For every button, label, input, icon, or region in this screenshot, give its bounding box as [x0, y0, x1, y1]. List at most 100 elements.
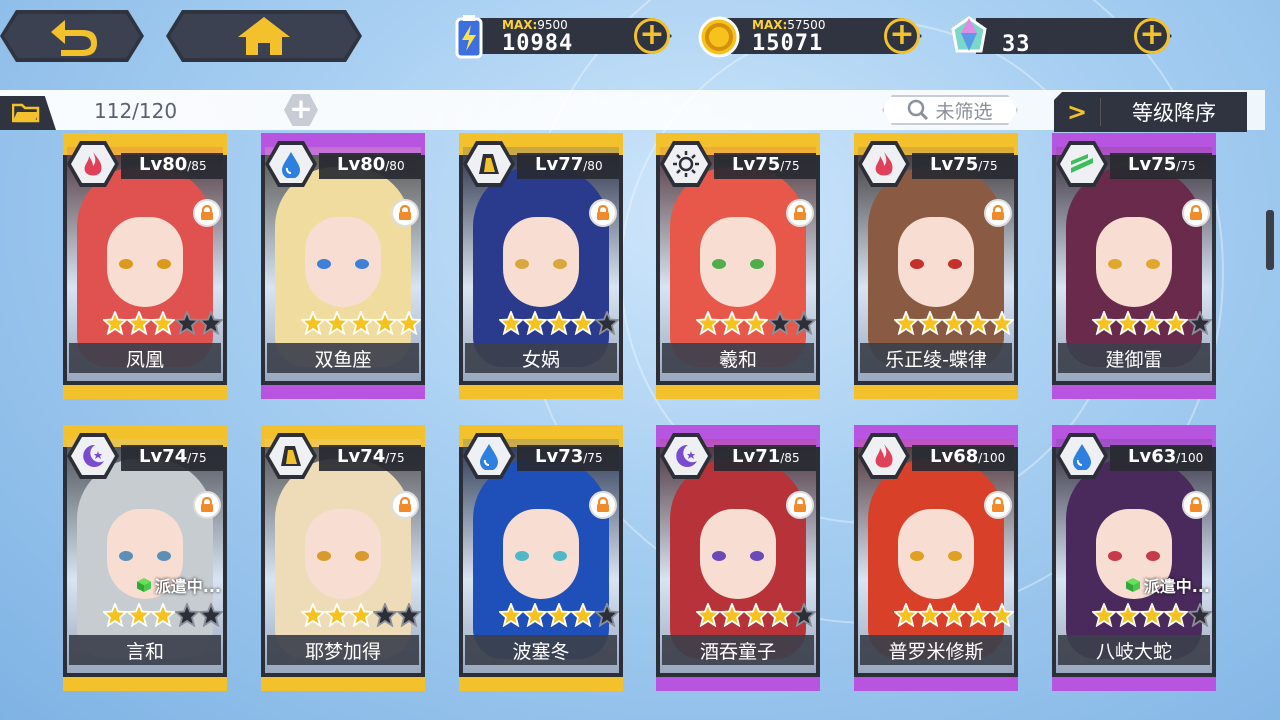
star-filled-icon — [1116, 603, 1140, 627]
level-value: Lv71 — [732, 446, 781, 467]
lock-button[interactable] — [786, 491, 814, 519]
home-button[interactable] — [166, 10, 362, 62]
star-empty-icon — [397, 603, 421, 627]
character-card[interactable]: Lv63/100 派遣中... 八岐大蛇 — [1052, 425, 1216, 691]
energy-resource: MAX:9500 10984 + — [446, 14, 672, 60]
lock-button[interactable] — [193, 199, 221, 227]
scrollbar[interactable] — [1266, 210, 1274, 270]
star-filled-icon — [744, 603, 768, 627]
level-max: /80 — [385, 159, 405, 173]
star-filled-icon — [966, 603, 990, 627]
water-element-icon — [480, 444, 498, 470]
portrait-eye — [317, 259, 331, 269]
lock-button[interactable] — [193, 491, 221, 519]
character-name: 波塞冬 — [512, 641, 570, 663]
portrait-eye — [1146, 551, 1160, 561]
character-card[interactable]: Lv77/80 女娲 — [459, 133, 623, 399]
star-filled-icon — [499, 311, 523, 335]
battery-icon — [446, 14, 492, 60]
character-card[interactable]: Lv74/75 派遣中... 言和 — [63, 425, 227, 691]
level-label: Lv75/75 — [732, 154, 800, 175]
portrait-eye — [1146, 259, 1160, 269]
star-filled-icon — [1140, 311, 1164, 335]
level-max: /100 — [978, 451, 1006, 465]
level-max: /85 — [187, 159, 207, 173]
level-max: /75 — [780, 159, 800, 173]
star-rating — [894, 311, 1014, 335]
star-filled-icon — [151, 603, 175, 627]
star-empty-icon — [199, 603, 223, 627]
portrait-eye — [750, 551, 764, 561]
lock-button[interactable] — [984, 491, 1012, 519]
coin-icon — [696, 14, 742, 60]
rarity-strip-bottom — [261, 677, 425, 691]
lock-icon — [201, 205, 213, 220]
lock-icon — [992, 205, 1004, 220]
portrait-eye — [355, 259, 369, 269]
sort-button[interactable]: > 等级降序 — [1054, 92, 1247, 132]
rarity-strip-bottom — [656, 677, 820, 691]
character-card[interactable]: Lv75/75 羲和 — [656, 133, 820, 399]
rarity-strip-bottom — [459, 677, 623, 691]
lock-button[interactable] — [1182, 491, 1210, 519]
character-name: 建御雷 — [1105, 349, 1163, 371]
star-empty-icon — [768, 311, 792, 335]
dispatch-label: 派遣中... — [1143, 577, 1210, 596]
lock-button[interactable] — [391, 199, 419, 227]
lock-button[interactable] — [589, 199, 617, 227]
light-element-icon — [673, 151, 699, 177]
character-card[interactable]: Lv71/85 酒吞童子 — [656, 425, 820, 691]
dark-element-icon — [676, 444, 697, 467]
dispatch-status: 派遣中... — [136, 573, 221, 597]
star-filled-icon — [571, 603, 595, 627]
energy-plus-button[interactable]: + — [634, 18, 670, 54]
gold-max-label: MAX: — [752, 18, 788, 32]
star-rating — [103, 311, 223, 335]
level-max: /75 — [978, 159, 998, 173]
lock-button[interactable] — [391, 491, 419, 519]
character-card[interactable]: Lv73/75 波塞冬 — [459, 425, 623, 691]
filter-button[interactable]: 未筛选 — [882, 95, 1018, 125]
level-value: Lv80 — [139, 154, 188, 175]
star-empty-icon — [175, 603, 199, 627]
lock-button[interactable] — [786, 199, 814, 227]
star-empty-icon — [175, 311, 199, 335]
sort-label: 等级降序 — [1132, 101, 1216, 125]
star-rating — [499, 603, 619, 627]
earth-element-icon — [281, 446, 301, 466]
character-card[interactable]: Lv80/85 凤凰 — [63, 133, 227, 399]
character-card[interactable]: Lv80/80 双鱼座 — [261, 133, 425, 399]
star-filled-icon — [325, 603, 349, 627]
star-empty-icon — [373, 603, 397, 627]
star-filled-icon — [1164, 603, 1188, 627]
dispatch-label: 派遣中... — [154, 577, 221, 596]
character-card[interactable]: Lv75/75 乐正绫-蝶律 — [854, 133, 1018, 399]
star-filled-icon — [301, 603, 325, 627]
character-card[interactable]: Lv68/100 普罗米修斯 — [854, 425, 1018, 691]
star-filled-icon — [349, 311, 373, 335]
character-card[interactable]: Lv74/75 耶梦加得 — [261, 425, 425, 691]
gold-resource: MAX:57500 15071 + — [696, 14, 922, 60]
star-rating — [301, 311, 421, 335]
level-value: Lv74 — [337, 446, 386, 467]
character-name: 酒吞童子 — [699, 641, 776, 663]
level-label: Lv74/75 — [139, 446, 207, 467]
lock-button[interactable] — [589, 491, 617, 519]
character-card[interactable]: Lv75/75 建御雷 — [1052, 133, 1216, 399]
star-filled-icon — [918, 311, 942, 335]
character-name: 双鱼座 — [314, 349, 372, 371]
star-empty-icon — [792, 311, 816, 335]
star-empty-icon — [1188, 603, 1212, 627]
gold-plus-button[interactable]: + — [884, 18, 920, 54]
crystal-plus-button[interactable]: + — [1134, 18, 1170, 54]
star-rating — [894, 603, 1014, 627]
star-filled-icon — [523, 311, 547, 335]
rarity-strip-bottom — [656, 385, 820, 399]
star-filled-icon — [744, 311, 768, 335]
level-value: Lv74 — [139, 446, 188, 467]
lock-button[interactable] — [984, 199, 1012, 227]
lock-button[interactable] — [1182, 199, 1210, 227]
star-filled-icon — [373, 311, 397, 335]
back-button[interactable] — [0, 10, 144, 62]
lock-icon — [597, 205, 609, 220]
